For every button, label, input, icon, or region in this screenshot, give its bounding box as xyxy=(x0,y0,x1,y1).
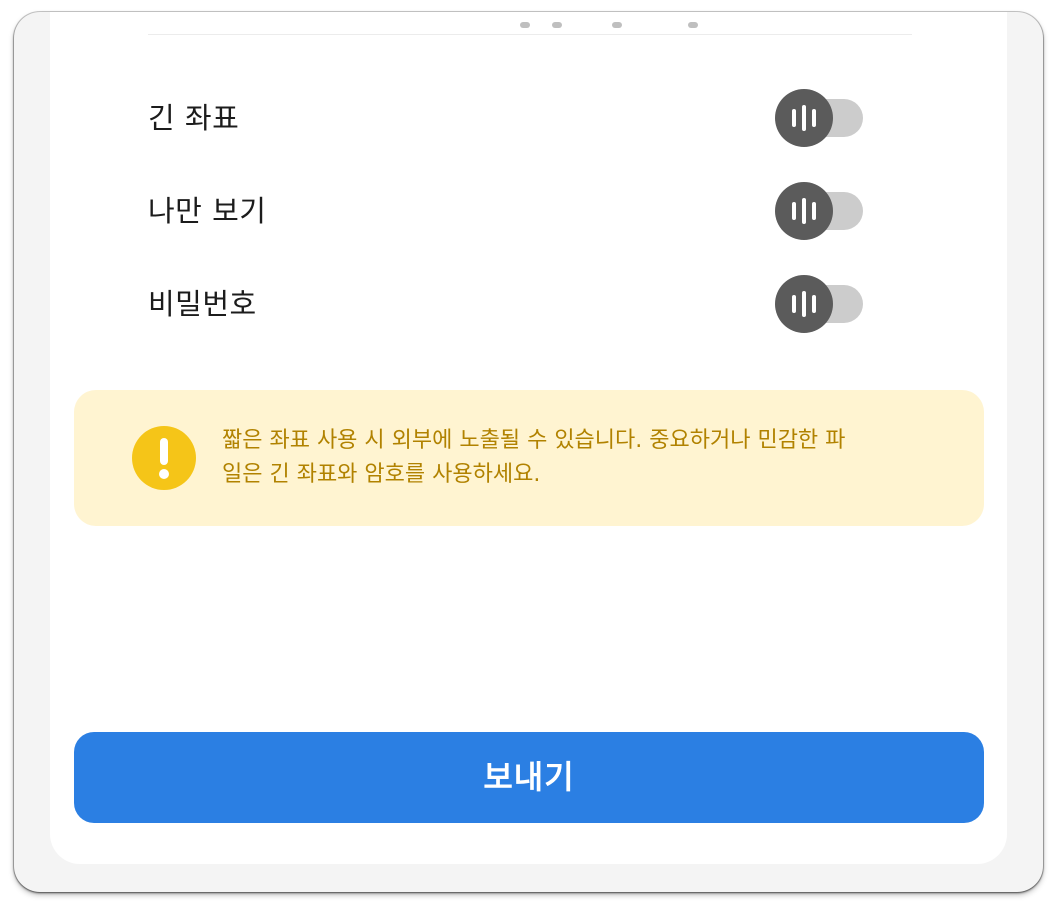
option-row-private: 나만 보기 xyxy=(148,181,868,241)
warning-notice: 짧은 좌표 사용 시 외부에 노출될 수 있습니다. 중요하거나 민감한 파 일… xyxy=(74,390,984,526)
header-divider xyxy=(148,34,912,35)
clipped-header-text xyxy=(460,20,700,28)
private-toggle[interactable] xyxy=(775,182,865,240)
password-toggle[interactable] xyxy=(775,275,865,333)
warning-text: 짧은 좌표 사용 시 외부에 노출될 수 있습니다. 중요하거나 민감한 파 일… xyxy=(222,424,922,492)
option-label-private: 나만 보기 xyxy=(148,194,267,228)
toggle-knob-bars-icon xyxy=(775,89,833,147)
warning-text-line-1: 짧은 좌표 사용 시 외부에 노출될 수 있습니다. 중요하거나 민감한 파 xyxy=(222,428,846,453)
option-row-long-coordinate: 긴 좌표 xyxy=(148,88,868,148)
exclamation-circle-icon xyxy=(132,426,196,490)
long-coordinate-toggle[interactable] xyxy=(775,89,865,147)
send-button[interactable]: 보내기 xyxy=(74,732,984,823)
dialog-frame: 긴 좌표 나만 보기 비밀번호 짧은 좌표 사용 시 외부에 노출될 수 있습니… xyxy=(14,12,1043,892)
option-row-password: 비밀번호 xyxy=(148,274,868,334)
option-label-long-coordinate: 긴 좌표 xyxy=(148,101,240,135)
toggle-knob-bars-icon xyxy=(775,275,833,333)
warning-text-line-2: 일은 긴 좌표와 암호를 사용하세요. xyxy=(222,462,541,487)
toggle-knob-bars-icon xyxy=(775,182,833,240)
option-label-password: 비밀번호 xyxy=(148,287,257,321)
share-options-sheet: 긴 좌표 나만 보기 비밀번호 짧은 좌표 사용 시 외부에 노출될 수 있습니… xyxy=(50,12,1007,864)
